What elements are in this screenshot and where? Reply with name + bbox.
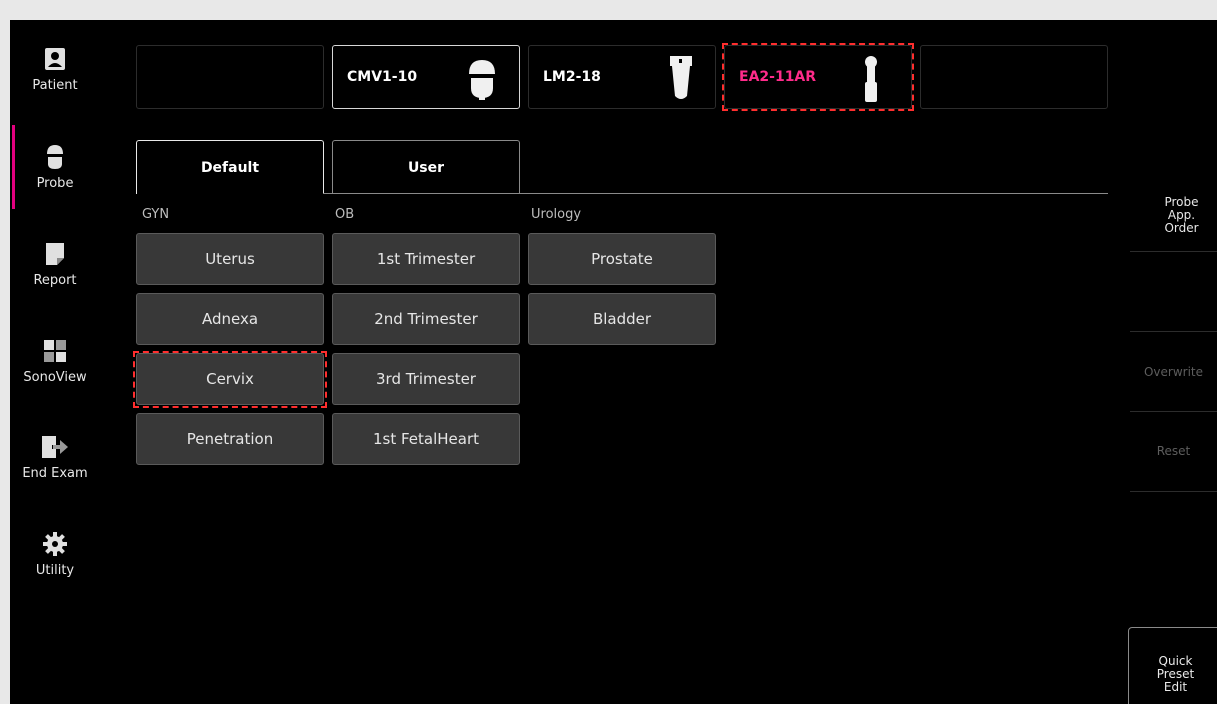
sidebar-item-label: Probe [36, 175, 74, 191]
preset-cervix-button[interactable]: Cervix [136, 353, 324, 405]
ultrasound-preset-screen: Patient Probe Report SonoView End Exam U… [10, 20, 1217, 704]
sidebar-item-patient[interactable]: Patient [10, 25, 100, 113]
preset-1st-fetalheart-button[interactable]: 1st FetalHeart [332, 413, 520, 465]
preset-uterus-button[interactable]: Uterus [136, 233, 324, 285]
preset-adnexa-button[interactable]: Adnexa [136, 293, 324, 345]
group-header-ob: OB [335, 207, 355, 222]
sidebar-item-sonoview[interactable]: SonoView [10, 317, 100, 405]
patient-icon [42, 46, 68, 72]
tab-label: Default [200, 159, 260, 176]
end-exam-icon [42, 434, 68, 460]
reset-label: Reset [1156, 444, 1191, 458]
overwrite-label: Overwrite [1143, 364, 1204, 379]
preset-label: 1st Trimester [376, 250, 476, 268]
group-header-urology: Urology [531, 207, 582, 222]
sonoview-icon [42, 338, 68, 364]
probe-slot-label: LM2-18 [543, 69, 601, 85]
group-header-gyn: GYN [142, 207, 170, 222]
preset-label: Cervix [206, 370, 254, 388]
preset-2nd-trimester-button[interactable]: 2nd Trimester [332, 293, 520, 345]
overwrite-button[interactable]: Overwrite [1130, 332, 1217, 412]
probe-slot-label: EA2-11AR [739, 69, 817, 85]
probe-app-order-button[interactable]: Probe App. Order [1130, 180, 1217, 250]
right-panel-divider [1130, 491, 1217, 492]
preset-label: Uterus [205, 250, 255, 268]
preset-label: Adnexa [201, 310, 259, 328]
probe-slot-label: CMV1-10 [347, 69, 418, 85]
tab-user[interactable]: User [332, 140, 520, 194]
preset-label: 3rd Trimester [376, 370, 476, 388]
preset-3rd-trimester-button[interactable]: 3rd Trimester [332, 353, 520, 405]
preset-penetration-button[interactable]: Penetration [136, 413, 324, 465]
sidebar-item-label: Report [33, 272, 77, 288]
probe-slot-empty-2[interactable] [920, 45, 1108, 109]
sidebar-item-probe[interactable]: Probe [10, 123, 100, 211]
sidebar-item-label: Patient [32, 77, 78, 93]
preset-prostate-button[interactable]: Prostate [528, 233, 716, 285]
sidebar-item-label: Utility [35, 562, 75, 578]
tab-divider [323, 193, 1108, 194]
probe-slot-cmv1-10[interactable]: CMV1-10 [332, 45, 520, 109]
tab-default[interactable]: Default [136, 140, 324, 194]
preset-label: Bladder [592, 310, 652, 328]
preset-label: Prostate [591, 250, 653, 268]
tab-label: User [407, 159, 445, 176]
probe-app-order-label: Probe App. Order [1164, 194, 1199, 235]
preset-1st-trimester-button[interactable]: 1st Trimester [332, 233, 520, 285]
sidebar-item-utility[interactable]: Utility [10, 510, 100, 598]
sidebar-item-label: End Exam [22, 465, 88, 481]
sidebar-item-end-exam[interactable]: End Exam [10, 413, 100, 501]
quick-preset-edit-label: Quick Preset Edit [1156, 654, 1195, 694]
right-panel-divider [1130, 251, 1217, 252]
quick-preset-edit-button[interactable]: Quick Preset Edit [1128, 627, 1217, 704]
convex-probe-icon [467, 58, 497, 104]
preset-bladder-button[interactable]: Bladder [528, 293, 716, 345]
preset-label: Penetration [186, 430, 274, 448]
probe-icon [42, 144, 68, 170]
sidebar-item-report[interactable]: Report [10, 220, 100, 308]
probe-slot-ea2-11ar[interactable]: EA2-11AR [724, 45, 912, 109]
reset-button[interactable]: Reset [1130, 412, 1217, 491]
sidebar-item-label: SonoView [23, 369, 87, 385]
probe-slot-empty-1[interactable] [136, 45, 324, 109]
linear-probe-icon [667, 56, 695, 106]
probe-slot-lm2-18[interactable]: LM2-18 [528, 45, 716, 109]
preset-label: 2nd Trimester [374, 310, 478, 328]
preset-label: 1st FetalHeart [372, 430, 480, 448]
endocavity-probe-icon [861, 54, 881, 106]
gear-icon [42, 531, 68, 557]
report-icon [42, 241, 68, 267]
